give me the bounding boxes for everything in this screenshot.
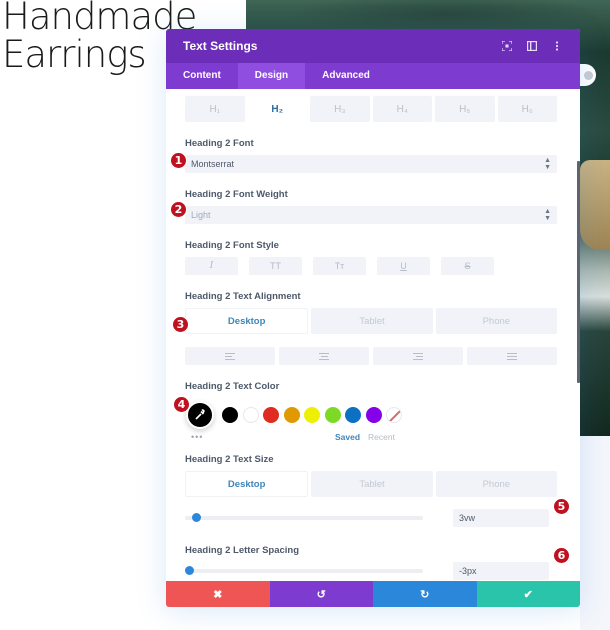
annotation-marker-6: 6: [554, 548, 569, 563]
font-style-label: Heading 2 Font Style: [185, 240, 279, 251]
align-right-icon: [413, 352, 423, 360]
expand-icon[interactable]: [501, 40, 513, 52]
alignment-tab-phone[interactable]: Phone: [435, 308, 557, 334]
letter-spacing-label: Heading 2 Letter Spacing: [185, 545, 300, 556]
swatch-purple[interactable]: [365, 407, 382, 423]
align-center-icon: [319, 352, 329, 360]
heading-tab-h2[interactable]: H₂: [247, 96, 307, 122]
eyedropper-icon: [195, 409, 205, 420]
redo-button[interactable]: ↻: [373, 581, 477, 607]
font-select[interactable]: Montserrat ▲ ▼: [185, 155, 557, 173]
letter-spacing-input[interactable]: [453, 562, 549, 580]
swatch-white[interactable]: [242, 407, 259, 423]
font-weight-select[interactable]: Light ▲ ▼: [185, 206, 557, 224]
align-center-button[interactable]: [279, 347, 369, 365]
tab-content[interactable]: Content: [166, 63, 238, 89]
recent-colors-tab[interactable]: Recent: [368, 432, 395, 442]
heading-tab-h3[interactable]: H₃: [310, 96, 370, 122]
align-justify-icon: [507, 352, 517, 360]
heading-tab-h6[interactable]: H₆: [497, 96, 557, 122]
checkmark-icon: ✔: [523, 588, 533, 601]
italic-button[interactable]: I: [185, 257, 238, 275]
align-left-button[interactable]: [185, 347, 275, 365]
earring-detail: [580, 160, 610, 250]
select-arrows-icon: ▲ ▼: [544, 208, 551, 222]
alignment-device-tabs: Desktop Tablet Phone: [185, 308, 557, 334]
more-options-icon[interactable]: [551, 40, 563, 52]
modal-footer: ✖ ↺ ↻ ✔: [166, 581, 580, 607]
text-size-slider[interactable]: [185, 513, 423, 522]
color-footer: ••• Saved Recent: [185, 432, 557, 442]
text-size-input[interactable]: [453, 509, 549, 527]
text-size-device-tabs: Desktop Tablet Phone: [185, 471, 557, 497]
page-background-edge: [580, 436, 610, 630]
tab-advanced[interactable]: Advanced: [305, 63, 387, 89]
alignment-options: [185, 347, 557, 365]
swatch-orange[interactable]: [283, 407, 300, 423]
swatch-red[interactable]: [263, 407, 279, 423]
tab-design[interactable]: Design: [237, 63, 306, 89]
swatch-black[interactable]: [222, 407, 238, 423]
letter-spacing-slider[interactable]: [185, 566, 423, 575]
alignment-tab-desktop[interactable]: Desktop: [185, 308, 309, 334]
annotation-marker-5: 5: [554, 499, 569, 514]
text-size-control: [185, 509, 557, 527]
undo-icon: ↺: [316, 588, 326, 601]
save-button[interactable]: ✔: [476, 581, 580, 607]
redo-icon: ↻: [420, 588, 430, 601]
text-alignment-label: Heading 2 Text Alignment: [185, 291, 301, 302]
modal-header: Text Settings: [166, 29, 580, 63]
heading-tab-h1[interactable]: H₁: [185, 96, 245, 122]
align-left-icon: [225, 352, 235, 360]
heading-tab-h4[interactable]: H₄: [372, 96, 432, 122]
font-style-buttons: I TT Tт U S: [185, 257, 557, 275]
align-justify-button[interactable]: [467, 347, 557, 365]
annotation-marker-2: 2: [171, 202, 186, 217]
globe-icon: [583, 70, 593, 80]
color-palette: [185, 398, 557, 432]
swatch-blue[interactable]: [345, 407, 361, 423]
text-size-slider-handle[interactable]: [192, 513, 201, 522]
heading-tab-h5[interactable]: H₅: [435, 96, 495, 122]
cancel-button[interactable]: ✖: [166, 581, 270, 607]
letter-spacing-slider-handle[interactable]: [185, 566, 194, 575]
underline-button[interactable]: U: [377, 257, 430, 275]
text-settings-modal: Text Settings Content Design Advanced H₁…: [166, 29, 580, 607]
text-size-tab-desktop[interactable]: Desktop: [185, 471, 309, 497]
swatch-no-color[interactable]: [386, 407, 402, 423]
font-weight-label: Heading 2 Font Weight: [185, 189, 288, 200]
settings-body: H₁ H₂ H₃ H₄ H₅ H₆ Heading 2 Font Montser…: [166, 89, 580, 581]
text-color-label: Heading 2 Text Color: [185, 381, 280, 392]
annotation-marker-1: 1: [171, 153, 186, 168]
alignment-tab-tablet[interactable]: Tablet: [311, 308, 433, 334]
swatch-green[interactable]: [324, 407, 341, 423]
split-view-icon[interactable]: [526, 40, 538, 52]
settings-scrollbar[interactable]: [577, 161, 580, 383]
text-size-tab-tablet[interactable]: Tablet: [311, 471, 433, 497]
color-picker-button[interactable]: [186, 401, 214, 429]
saved-colors-tab[interactable]: Saved: [335, 432, 360, 442]
annotation-marker-4: 4: [174, 397, 189, 412]
font-weight-select-value: Light: [191, 210, 211, 220]
strikethrough-button[interactable]: S: [441, 257, 494, 275]
undo-button[interactable]: ↺: [269, 581, 373, 607]
modal-title: Text Settings: [183, 39, 258, 53]
modal-tabs: Content Design Advanced: [166, 63, 580, 89]
swatch-yellow[interactable]: [304, 407, 320, 423]
uppercase-button[interactable]: TT: [249, 257, 302, 275]
letter-spacing-control: [185, 562, 557, 580]
text-size-label: Heading 2 Text Size: [185, 454, 274, 465]
font-select-value: Montserrat: [191, 159, 235, 169]
heading-level-tabs: H₁ H₂ H₃ H₄ H₅ H₆: [185, 96, 557, 122]
font-label: Heading 2 Font: [185, 138, 254, 149]
select-arrows-icon: ▲ ▼: [544, 157, 551, 171]
more-colors-button[interactable]: •••: [185, 432, 335, 442]
annotation-marker-3: 3: [173, 317, 188, 332]
close-icon: ✖: [213, 588, 223, 601]
align-right-button[interactable]: [373, 347, 463, 365]
capitalize-button[interactable]: Tт: [313, 257, 366, 275]
text-size-tab-phone[interactable]: Phone: [435, 471, 557, 497]
